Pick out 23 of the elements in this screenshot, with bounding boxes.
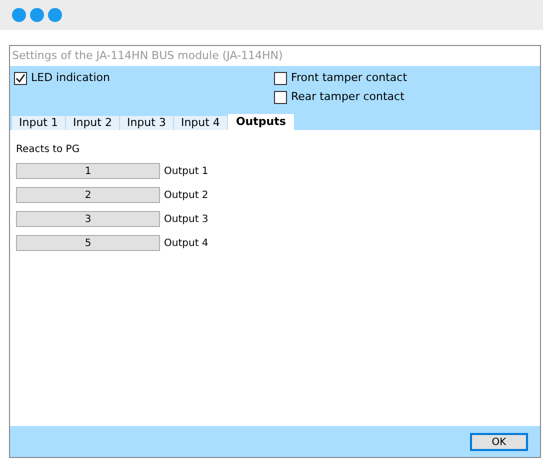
output-value-button[interactable]: 1 xyxy=(16,163,160,179)
checkbox-label: Rear tamper contact xyxy=(291,89,404,106)
checkbox[interactable] xyxy=(14,72,27,85)
output-label: Output 2 xyxy=(164,188,208,202)
section-label: Reacts to PG xyxy=(16,143,81,157)
checkbox[interactable] xyxy=(274,91,287,104)
output-value-button[interactable]: 3 xyxy=(16,211,160,227)
tab[interactable]: Outputs xyxy=(228,114,294,130)
output-value-button[interactable]: 5 xyxy=(16,235,160,251)
tab[interactable]: Input 2 xyxy=(66,116,120,130)
checkbox-label: Front tamper contact xyxy=(291,70,408,86)
dialog-title: Settings of the JA-114HN BUS module (JA-114HN) xyxy=(11,48,284,64)
output-label: Output 4 xyxy=(164,236,208,250)
output-label: Output 3 xyxy=(164,212,208,226)
ok-button[interactable]: OK xyxy=(470,432,528,450)
output-value-button[interactable]: 2 xyxy=(16,187,160,203)
checkbox[interactable] xyxy=(274,72,287,85)
output-label: Output 1 xyxy=(164,164,208,178)
checkbox-label: LED indication xyxy=(31,70,110,86)
tab[interactable]: Input 1 xyxy=(12,116,66,130)
tab[interactable]: Input 4 xyxy=(174,116,228,130)
checkmark-icon xyxy=(15,73,26,84)
tab[interactable]: Input 3 xyxy=(120,116,174,130)
